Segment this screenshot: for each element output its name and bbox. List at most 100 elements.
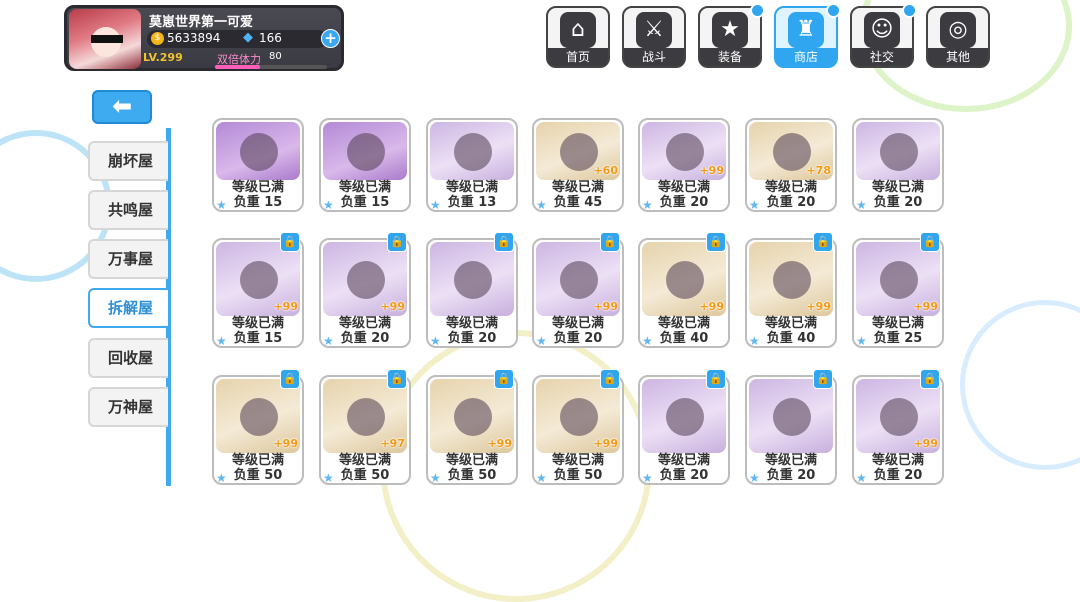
item-bonus-level: +99: [593, 437, 618, 450]
social-icon: ☺: [864, 12, 900, 48]
player-info-panel[interactable]: 莫崽世界第一可爱 $ 5633894 ◆ 166 + LV.299 双倍体力 8…: [64, 5, 344, 71]
item-card[interactable]: ★ 等级已满 负重 20: [426, 238, 518, 348]
lock-icon[interactable]: 🔒: [706, 369, 726, 389]
lock-icon[interactable]: 🔒: [387, 369, 407, 389]
nav-button-3[interactable]: ♜ 商店: [774, 3, 841, 68]
lock-icon[interactable]: 🔒: [920, 232, 940, 252]
item-bonus-level: +99: [380, 300, 405, 313]
lock-icon[interactable]: 🔒: [920, 369, 940, 389]
nav-button-4[interactable]: ☺ 社交: [850, 3, 917, 68]
lock-icon[interactable]: 🔒: [494, 232, 514, 252]
lock-icon[interactable]: 🔒: [600, 232, 620, 252]
avatar[interactable]: [69, 9, 141, 69]
item-card[interactable]: +99 ★ 等级已满 负重 40: [745, 238, 837, 348]
item-card[interactable]: +99 ★ 等级已满 负重 20: [638, 118, 730, 212]
item-emblem: [454, 398, 492, 436]
item-bonus-level: +60: [593, 164, 618, 177]
item-emblem: [773, 261, 811, 299]
item-bonus-level: +97: [380, 437, 405, 450]
item-emblem: [666, 398, 704, 436]
item-weight: 负重 20: [659, 468, 709, 483]
lock-icon[interactable]: 🔒: [280, 232, 300, 252]
sidebar-tab-4[interactable]: 回收屋: [88, 338, 168, 378]
lock-icon[interactable]: 🔒: [280, 369, 300, 389]
item-emblem: [880, 261, 918, 299]
item-card[interactable]: +99 ★ 等级已满 负重 25: [852, 238, 944, 348]
item-status: 等级已满: [231, 453, 284, 468]
sidebar-tab-2[interactable]: 万事屋: [88, 239, 168, 279]
item-card[interactable]: +60 ★ 等级已满 负重 45: [532, 118, 624, 212]
item-card[interactable]: +99 ★ 等级已满 负重 20: [319, 238, 411, 348]
notification-dot: [750, 3, 765, 18]
item-emblem: [347, 398, 385, 436]
item-card[interactable]: +97 ★ 等级已满 负重 50: [319, 375, 411, 485]
crystal-amount: 166: [259, 31, 282, 45]
item-status: 等级已满: [871, 453, 924, 468]
item-emblem: [773, 398, 811, 436]
coin-amount: 5633894: [167, 31, 221, 45]
item-card[interactable]: +99 ★ 等级已满 负重 20: [532, 238, 624, 348]
lock-icon[interactable]: 🔒: [706, 232, 726, 252]
item-card[interactable]: ★ 等级已满 负重 13: [426, 118, 518, 212]
stamina-bar: [215, 65, 327, 69]
back-button[interactable]: ⬅: [92, 90, 152, 124]
sidebar-tab-3[interactable]: 拆解屋: [88, 288, 168, 328]
lock-icon[interactable]: 🔒: [494, 369, 514, 389]
item-card[interactable]: ★ 等级已满 负重 20: [745, 375, 837, 485]
item-card[interactable]: +99 ★ 等级已满 负重 20: [852, 375, 944, 485]
item-status: 等级已满: [338, 453, 391, 468]
nav-label: 其他: [928, 48, 988, 66]
item-card[interactable]: +99 ★ 等级已满 负重 40: [638, 238, 730, 348]
item-card[interactable]: ★ 等级已满 负重 15: [319, 118, 411, 212]
item-card[interactable]: +99 ★ 等级已满 负重 50: [212, 375, 304, 485]
nav-button-2[interactable]: ★ 装备: [698, 3, 765, 68]
nav-button-1[interactable]: ⚔ 战斗: [622, 6, 686, 68]
item-card[interactable]: ★ 等级已满 负重 20: [638, 375, 730, 485]
nav-label: 社交: [852, 48, 912, 66]
player-level: LV.299: [143, 51, 183, 64]
item-weight: 负重 50: [447, 468, 497, 483]
item-card[interactable]: +99 ★ 等级已满 负重 15: [212, 238, 304, 348]
sidebar-tab-1[interactable]: 共鸣屋: [88, 190, 168, 230]
item-emblem: [454, 133, 492, 171]
item-artwork: [216, 122, 300, 180]
lock-icon[interactable]: 🔒: [600, 369, 620, 389]
add-currency-button[interactable]: +: [321, 29, 340, 48]
home-icon: ⌂: [560, 12, 596, 48]
nav-label: 战斗: [624, 48, 684, 66]
item-weight: 负重 20: [659, 195, 709, 210]
item-bonus-level: +99: [913, 300, 938, 313]
item-card[interactable]: +99 ★ 等级已满 负重 50: [426, 375, 518, 485]
item-status: 等级已满: [551, 453, 604, 468]
item-weight: 负重 40: [766, 331, 816, 346]
battle-icon: ⚔: [636, 12, 672, 48]
item-bonus-level: +99: [273, 437, 298, 450]
sidebar-tab-0[interactable]: 崩坏屋: [88, 141, 168, 181]
item-card[interactable]: +78 ★ 等级已满 负重 20: [745, 118, 837, 212]
sidebar-tab-5[interactable]: 万神屋: [88, 387, 168, 427]
item-weight: 负重 50: [553, 468, 603, 483]
lock-icon[interactable]: 🔒: [387, 232, 407, 252]
item-card[interactable]: +99 ★ 等级已满 负重 50: [532, 375, 624, 485]
item-weight: 负重 15: [340, 195, 390, 210]
item-emblem: [240, 261, 278, 299]
item-weight: 负重 20: [873, 468, 923, 483]
item-weight: 负重 15: [233, 331, 283, 346]
item-artwork: [856, 122, 940, 180]
nav-button-0[interactable]: ⌂ 首页: [546, 6, 610, 68]
nav-label: 商店: [776, 48, 836, 66]
item-status: 等级已满: [231, 316, 284, 331]
currency-row: $ 5633894 ◆ 166: [147, 30, 327, 48]
item-card[interactable]: ★ 等级已满 负重 15: [212, 118, 304, 212]
lock-icon[interactable]: 🔒: [813, 232, 833, 252]
item-weight: 负重 20: [340, 331, 390, 346]
item-status: 等级已满: [764, 180, 817, 195]
item-card[interactable]: ★ 等级已满 负重 20: [852, 118, 944, 212]
nav-button-5[interactable]: ◎ 其他: [926, 6, 990, 68]
item-emblem: [454, 261, 492, 299]
lock-icon[interactable]: 🔒: [813, 369, 833, 389]
item-bonus-level: +99: [913, 437, 938, 450]
player-name: 莫崽世界第一可爱: [149, 15, 254, 30]
item-weight: 负重 20: [447, 331, 497, 346]
item-status: 等级已满: [764, 316, 817, 331]
